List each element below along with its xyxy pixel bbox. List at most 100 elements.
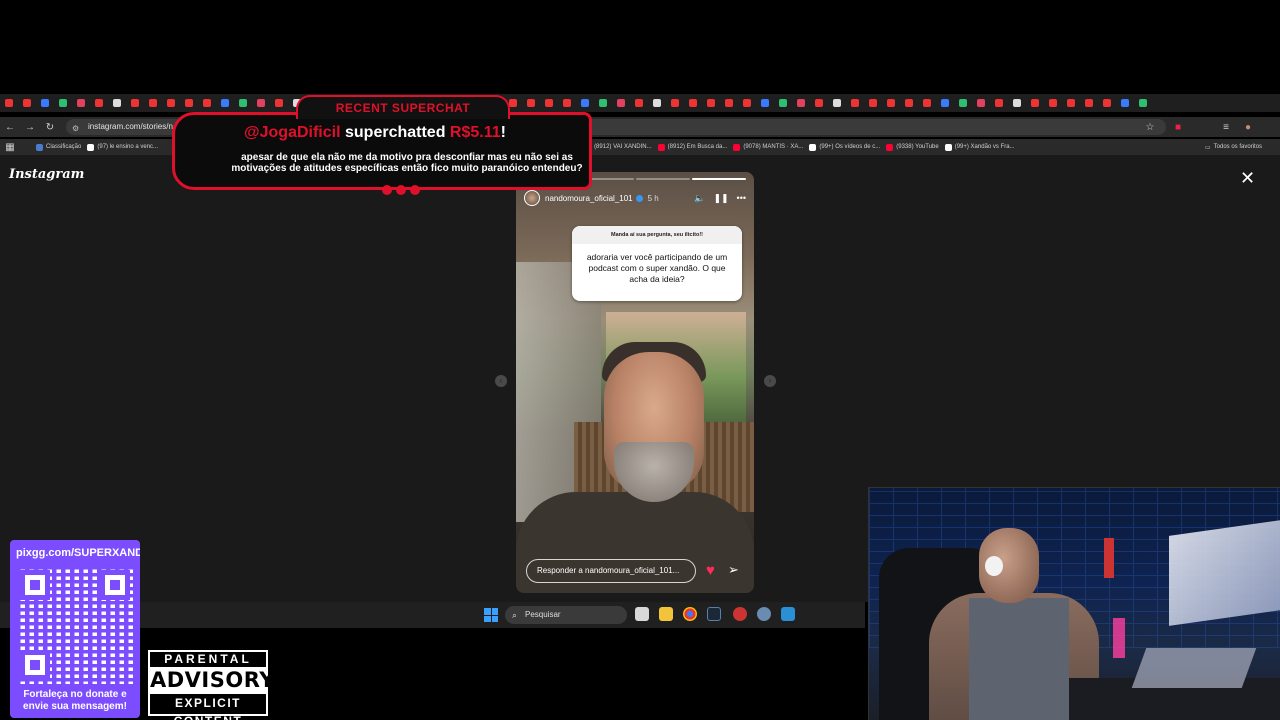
tab-favicon-icon[interactable] <box>738 94 756 112</box>
question-sticker: Manda aí sua pergunta, seu iltcito!! ado… <box>572 226 742 301</box>
tab-favicon-icon[interactable] <box>828 94 846 112</box>
search-icon: ⌕ <box>512 610 518 620</box>
all-bookmarks[interactable]: ▭ Todos os favoritos <box>1205 144 1262 151</box>
tab-favicon-icon[interactable] <box>774 94 792 112</box>
tab-favicon-icon[interactable] <box>72 94 90 112</box>
bookmark-item[interactable]: (9338) YouTube <box>886 143 939 151</box>
heart-icon[interactable]: ♥ <box>706 562 715 579</box>
qr-finder <box>20 650 50 680</box>
reload-icon[interactable]: ↻ <box>40 117 60 137</box>
tab-favicon-icon[interactable] <box>954 94 972 112</box>
menu-icon[interactable]: ≡ <box>1216 117 1236 137</box>
tab-favicon-icon[interactable] <box>846 94 864 112</box>
task-view-icon[interactable] <box>635 607 649 621</box>
tab-favicon-icon[interactable] <box>918 94 936 112</box>
bookmark-favicon-icon <box>87 143 95 151</box>
all-bookmarks-label: Todos os favoritos <box>1213 144 1263 150</box>
tab-favicon-icon[interactable] <box>882 94 900 112</box>
app-icon[interactable] <box>733 607 747 621</box>
tab-favicon-icon[interactable] <box>630 94 648 112</box>
tab-favicon-icon[interactable] <box>792 94 810 112</box>
tab-favicon-icon[interactable] <box>702 94 720 112</box>
site-info-icon[interactable]: ⚙ <box>72 121 79 137</box>
tab-favicon-icon[interactable] <box>594 94 612 112</box>
pause-icon[interactable]: ❚❚ <box>713 193 728 204</box>
bookmark-favicon-icon <box>809 143 817 151</box>
tab-favicon-icon[interactable] <box>54 94 72 112</box>
tab-favicon-icon[interactable] <box>90 94 108 112</box>
instagram-logo[interactable]: Instagram <box>9 167 84 182</box>
superchat-user: @JogaDificil <box>244 124 341 141</box>
close-icon[interactable]: ✕ <box>1240 169 1255 187</box>
next-story-icon[interactable]: › <box>764 375 776 387</box>
tab-favicon-icon[interactable] <box>1080 94 1098 112</box>
superchat-panel: @JogaDificil superchatted R$5.11! apesar… <box>172 112 592 190</box>
tab-favicon-icon[interactable] <box>756 94 774 112</box>
steam-icon[interactable] <box>707 607 721 621</box>
bookmark-item[interactable]: Classificação <box>36 143 82 151</box>
settings-gear-icon[interactable] <box>757 607 771 621</box>
webcam-person-shirt <box>969 598 1069 720</box>
donate-url: pixgg.com/SUPERXANDA <box>16 547 140 559</box>
reply-input[interactable]: Responder a nandomoura_oficial_101... <box>526 559 696 583</box>
bookmark-label: Classificação <box>46 144 82 150</box>
tab-favicon-icon[interactable] <box>972 94 990 112</box>
back-icon[interactable]: ← <box>0 117 20 137</box>
tab-favicon-icon[interactable] <box>1026 94 1044 112</box>
tab-favicon-icon[interactable] <box>612 94 630 112</box>
chrome-icon[interactable] <box>683 607 697 621</box>
address-url: instagram.com/stories/n <box>88 122 173 131</box>
profile-avatar-icon[interactable]: ● <box>1238 117 1258 137</box>
superchat-verb: superchatted <box>345 124 446 141</box>
tab-favicon-icon[interactable] <box>1134 94 1152 112</box>
tab-favicon-icon[interactable] <box>648 94 666 112</box>
tab-favicon-icon[interactable] <box>684 94 702 112</box>
app-icon-blue[interactable] <box>781 607 795 621</box>
stream-screen: ← → ↻ ⚙ instagram.com/stories/n ☆ ■ ≡ ● … <box>0 0 1280 720</box>
tab-favicon-icon[interactable] <box>0 94 18 112</box>
webcam-headset <box>985 556 1003 576</box>
bookmark-star-icon[interactable]: ☆ <box>1140 117 1160 137</box>
file-explorer-icon[interactable] <box>659 607 673 621</box>
send-icon[interactable]: ➢ <box>728 562 739 578</box>
bookmark-label: (8912) VAI XANDIN... <box>594 144 652 150</box>
volume-icon[interactable]: 🔈 <box>694 193 705 204</box>
tab-favicon-icon[interactable] <box>144 94 162 112</box>
tab-favicon-icon[interactable] <box>810 94 828 112</box>
bookmark-label: (9338) YouTube <box>896 144 939 150</box>
tab-favicon-icon[interactable] <box>1062 94 1080 112</box>
forward-icon[interactable]: → <box>20 117 40 137</box>
bookmark-item[interactable]: (99+) Xandão vs Fra... <box>944 143 1015 151</box>
prev-story-icon[interactable]: ‹ <box>495 375 507 387</box>
tab-favicon-icon[interactable] <box>1044 94 1062 112</box>
superchat-decoration <box>382 185 420 195</box>
tab-favicon-icon[interactable] <box>936 94 954 112</box>
extension-icon[interactable]: ■ <box>1168 117 1188 137</box>
tab-favicon-icon[interactable] <box>108 94 126 112</box>
more-options-icon[interactable]: ••• <box>737 193 746 203</box>
webcam-monitor <box>1169 520 1280 626</box>
tab-favicon-icon[interactable] <box>900 94 918 112</box>
bookmark-item[interactable]: (8912) Em Busca da... <box>657 143 727 151</box>
tab-favicon-icon[interactable] <box>1098 94 1116 112</box>
tab-favicon-icon[interactable] <box>864 94 882 112</box>
tab-favicon-icon[interactable] <box>18 94 36 112</box>
bookmark-item[interactable]: (97) le ensino a venc... <box>87 143 158 151</box>
windows-start-icon[interactable] <box>484 608 498 622</box>
story-card[interactable]: nandomoura_oficial_101 5 h 🔈 ❚❚ ••• Mand… <box>516 172 754 593</box>
tab-favicon-icon[interactable] <box>720 94 738 112</box>
tab-favicon-icon[interactable] <box>1116 94 1134 112</box>
apps-grid-icon[interactable]: ▦ <box>0 137 20 157</box>
bookmark-item[interactable]: (99+) Os vídeos de c... <box>809 143 880 151</box>
superchat-message: apesar de que ela não me da motivo pra d… <box>231 152 583 174</box>
tab-favicon-icon[interactable] <box>1008 94 1026 112</box>
bookmark-item[interactable]: (8912) VAI XANDIN... <box>584 143 652 151</box>
tab-favicon-icon[interactable] <box>666 94 684 112</box>
tab-favicon-icon[interactable] <box>126 94 144 112</box>
taskbar-search[interactable]: ⌕ Pesquisar <box>505 606 627 624</box>
bookmark-item[interactable]: (9078) MANTIS · XA... <box>733 143 803 151</box>
folder-icon: ▭ <box>1205 144 1211 151</box>
donate-caption: Fortaleça no donate e envie sua mensagem… <box>23 689 127 712</box>
tab-favicon-icon[interactable] <box>36 94 54 112</box>
tab-favicon-icon[interactable] <box>990 94 1008 112</box>
